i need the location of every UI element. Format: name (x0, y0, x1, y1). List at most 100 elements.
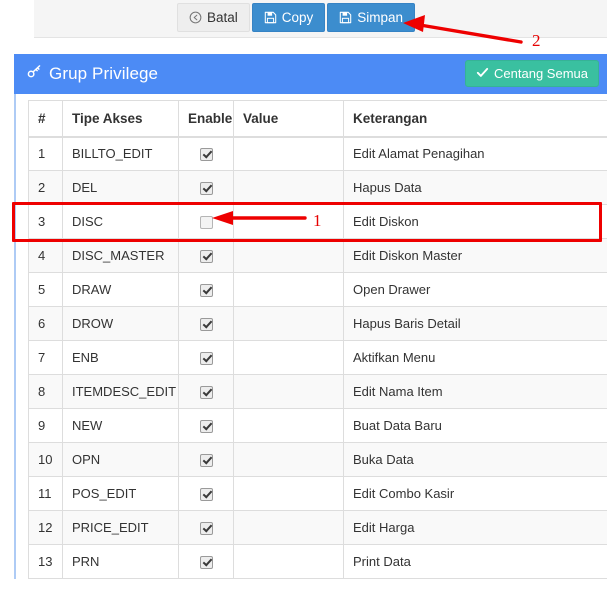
table-row[interactable]: 7 ENB Aktifkan Menu (28, 340, 607, 375)
cell-no: 3 (28, 204, 63, 239)
cell-enable (178, 374, 234, 409)
cell-enable (178, 204, 234, 239)
cell-enable (178, 170, 234, 205)
enable-checkbox[interactable] (199, 216, 213, 230)
cell-enable (178, 306, 234, 341)
save-button-label: Simpan (357, 9, 404, 25)
save-disk-icon (264, 11, 277, 24)
table-row[interactable]: 12 PRICE_EDIT Edit Harga (28, 510, 607, 545)
enable-checkbox[interactable] (199, 250, 213, 264)
panel-body: # Tipe Akses Enable Value Keterangan 1 BI… (14, 94, 607, 579)
cell-tipe-akses: ENB (62, 340, 179, 375)
cell-value (233, 238, 344, 273)
table-row[interactable]: 8 ITEMDESC_EDIT Edit Nama Item (28, 374, 607, 409)
check-all-button[interactable]: Centang Semua (465, 60, 599, 87)
back-circle-icon (189, 11, 202, 24)
grup-privilege-panel: Grup Privilege Centang Semua # Tipe Akse… (14, 54, 607, 579)
cell-no: 12 (28, 510, 63, 545)
cell-tipe-akses: BILLTO_EDIT (62, 136, 179, 171)
cell-value (233, 442, 344, 477)
cell-tipe-akses: DISC (62, 204, 179, 239)
copy-button-label: Copy (281, 9, 314, 25)
toolbar-button-group: Batal Copy Simpan (177, 3, 416, 32)
cell-no: 2 (28, 170, 63, 205)
cell-value (233, 340, 344, 375)
enable-checkbox[interactable] (199, 318, 213, 332)
copy-button[interactable]: Copy (251, 3, 326, 32)
enable-checkbox[interactable] (199, 488, 213, 502)
table-row[interactable]: 13 PRN Print Data (28, 544, 607, 579)
cell-enable (178, 340, 234, 375)
enable-checkbox[interactable] (199, 148, 213, 162)
cell-keterangan: Edit Diskon Master (343, 238, 607, 273)
cell-tipe-akses: DEL (62, 170, 179, 205)
enable-checkbox[interactable] (199, 522, 213, 536)
cell-no: 5 (28, 272, 63, 307)
cell-value (233, 476, 344, 511)
panel-title: Grup Privilege (27, 64, 158, 84)
table-header-row: # Tipe Akses Enable Value Keterangan (28, 100, 607, 138)
table-row[interactable]: 11 POS_EDIT Edit Combo Kasir (28, 476, 607, 511)
cell-tipe-akses: NEW (62, 408, 179, 443)
column-header-no: # (28, 100, 63, 138)
cell-enable (178, 408, 234, 443)
column-header-value: Value (233, 100, 344, 138)
table-row[interactable]: 6 DROW Hapus Baris Detail (28, 306, 607, 341)
cell-enable (178, 544, 234, 579)
table-row[interactable]: 9 NEW Buat Data Baru (28, 408, 607, 443)
cell-value (233, 408, 344, 443)
cell-enable (178, 136, 234, 171)
cell-tipe-akses: OPN (62, 442, 179, 477)
save-disk-icon (339, 11, 352, 24)
cell-enable (178, 272, 234, 307)
cell-value (233, 204, 344, 239)
enable-checkbox[interactable] (199, 182, 213, 196)
table-row[interactable]: 4 DISC_MASTER Edit Diskon Master (28, 238, 607, 273)
cell-keterangan: Aktifkan Menu (343, 340, 607, 375)
cell-tipe-akses: ITEMDESC_EDIT (62, 374, 179, 409)
cell-enable (178, 510, 234, 545)
cell-no: 13 (28, 544, 63, 579)
cell-tipe-akses: PRICE_EDIT (62, 510, 179, 545)
cell-keterangan: Buka Data (343, 442, 607, 477)
check-icon (476, 66, 489, 82)
cell-keterangan: Hapus Baris Detail (343, 306, 607, 341)
panel-header: Grup Privilege Centang Semua (14, 54, 607, 94)
table-body: 1 BILLTO_EDIT Edit Alamat Penagihan 2 DEL Hap… (28, 136, 607, 579)
table-row[interactable]: 3 DISC Edit Diskon (28, 204, 607, 239)
enable-checkbox[interactable] (199, 556, 213, 570)
cell-keterangan: Buat Data Baru (343, 408, 607, 443)
cell-enable (178, 476, 234, 511)
save-button[interactable]: Simpan (327, 3, 416, 32)
cell-no: 6 (28, 306, 63, 341)
cell-no: 7 (28, 340, 63, 375)
enable-checkbox[interactable] (199, 420, 213, 434)
key-icon (27, 64, 42, 84)
enable-checkbox[interactable] (199, 454, 213, 468)
top-toolbar: Batal Copy Simpan (34, 0, 607, 38)
table-head: # Tipe Akses Enable Value Keterangan (28, 100, 607, 138)
cell-tipe-akses: DRAW (62, 272, 179, 307)
cell-no: 11 (28, 476, 63, 511)
cell-keterangan: Print Data (343, 544, 607, 579)
table-row[interactable]: 5 DRAW Open Drawer (28, 272, 607, 307)
column-header-tipe-akses: Tipe Akses (62, 100, 179, 138)
table-row[interactable]: 1 BILLTO_EDIT Edit Alamat Penagihan (28, 136, 607, 171)
cell-tipe-akses: DISC_MASTER (62, 238, 179, 273)
check-all-label: Centang Semua (494, 66, 588, 81)
column-header-keterangan: Keterangan (343, 100, 607, 138)
cell-keterangan: Open Drawer (343, 272, 607, 307)
table-row[interactable]: 10 OPN Buka Data (28, 442, 607, 477)
column-header-enable: Enable (178, 100, 234, 138)
panel-title-text: Grup Privilege (49, 64, 159, 83)
cell-keterangan: Hapus Data (343, 170, 607, 205)
cell-no: 10 (28, 442, 63, 477)
cell-value (233, 306, 344, 341)
enable-checkbox[interactable] (199, 352, 213, 366)
cancel-button[interactable]: Batal (177, 3, 250, 32)
cell-no: 4 (28, 238, 63, 273)
table-row[interactable]: 2 DEL Hapus Data (28, 170, 607, 205)
enable-checkbox[interactable] (199, 284, 213, 298)
cell-keterangan: Edit Combo Kasir (343, 476, 607, 511)
enable-checkbox[interactable] (199, 386, 213, 400)
